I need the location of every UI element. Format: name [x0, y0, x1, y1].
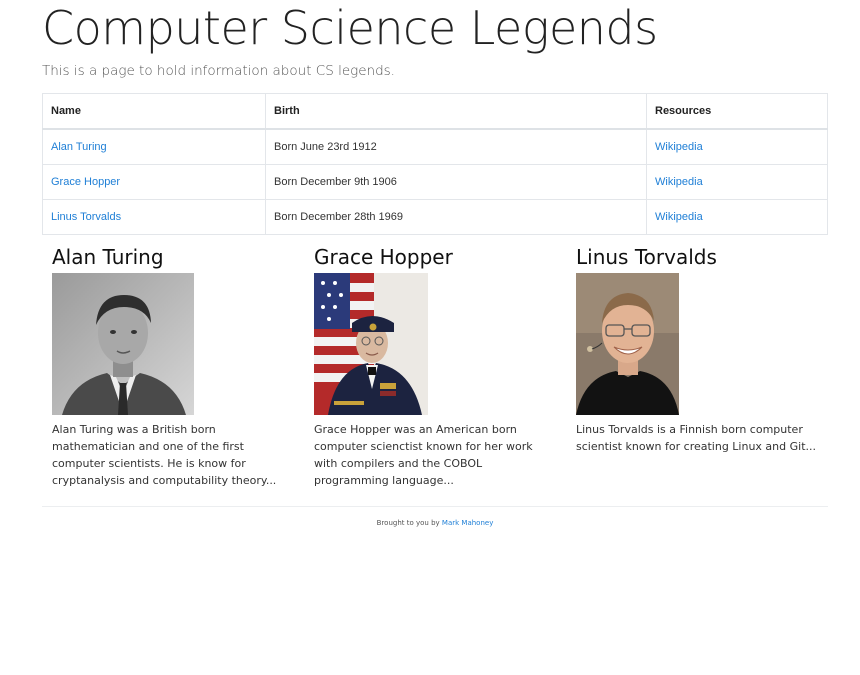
footer-divider [42, 506, 828, 507]
card-description: Linus Torvalds is a Finnish born compute… [576, 423, 817, 453]
wikipedia-link-linus-torvalds[interactable]: Wikipedia [655, 211, 703, 223]
birth-cell: Born December 28th 1969 [265, 199, 647, 235]
card-heading: Alan Turing [52, 245, 164, 269]
author-link[interactable]: Mark Mahoney [442, 519, 493, 527]
legend-card-alan-turing: Alan Turing Alan Turing was a British bo… [52, 243, 292, 489]
resource-cell: Wikipedia [646, 164, 828, 200]
name-cell: Alan Turing [42, 128, 266, 165]
name-link-grace-hopper[interactable]: Grace Hopper [51, 176, 120, 188]
grace-hopper-photo [314, 273, 428, 415]
name-cell: Linus Torvalds [42, 199, 266, 235]
legends-table: Name Birth Resources Alan Turing Born Ju… [42, 93, 828, 235]
card-heading: Grace Hopper [314, 245, 453, 269]
table-row: Linus Torvalds Born December 28th 1969 W… [42, 199, 828, 235]
alan-turing-photo [52, 273, 194, 415]
birth-cell: Born December 9th 1906 [265, 164, 647, 200]
resource-cell: Wikipedia [646, 128, 828, 165]
header-resources: Resources [646, 93, 828, 130]
page-title: Computer Science Legends [42, 1, 658, 55]
table-row: Grace Hopper Born December 9th 1906 Wiki… [42, 164, 828, 200]
page-lead: This is a page to hold information about… [42, 63, 395, 79]
header-name: Name [42, 93, 266, 130]
legend-card-grace-hopper: Grace Hopper Grace Hopper was an America… [314, 243, 554, 489]
card-description: Alan Turing was a British born mathemati… [52, 423, 277, 487]
linus-torvalds-photo [576, 273, 679, 415]
table-header-row: Name Birth Resources [42, 93, 828, 130]
legend-card-linus-torvalds: Linus Torvalds Linus Torvalds is a Finni… [576, 243, 816, 455]
resource-cell: Wikipedia [646, 199, 828, 235]
footer-text: Brought to you by [376, 519, 440, 527]
name-link-linus-torvalds[interactable]: Linus Torvalds [51, 211, 121, 223]
wikipedia-link-alan-turing[interactable]: Wikipedia [655, 141, 703, 153]
card-description: Grace Hopper was an American born comput… [314, 423, 533, 487]
name-link-alan-turing[interactable]: Alan Turing [51, 141, 107, 153]
card-heading: Linus Torvalds [576, 245, 717, 269]
legend-cards: Alan Turing Alan Turing was a British bo… [52, 243, 828, 493]
wikipedia-link-grace-hopper[interactable]: Wikipedia [655, 176, 703, 188]
birth-cell: Born June 23rd 1912 [265, 128, 647, 165]
table-row: Alan Turing Born June 23rd 1912 Wikipedi… [42, 128, 828, 165]
name-cell: Grace Hopper [42, 164, 266, 200]
footer: Brought to you by Mark Mahoney [42, 519, 828, 527]
header-birth: Birth [265, 93, 647, 130]
